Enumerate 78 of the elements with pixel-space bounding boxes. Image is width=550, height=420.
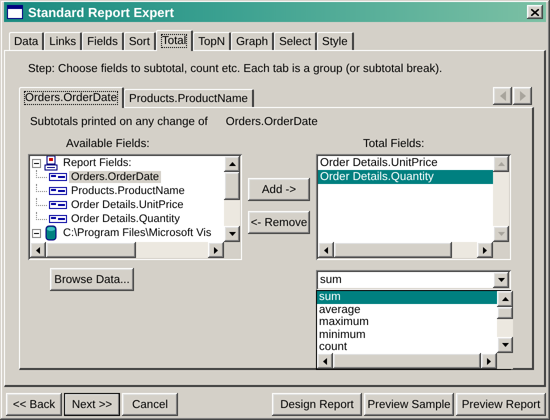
right-arrow-icon — [520, 91, 526, 101]
tab[interactable]: Style — [317, 32, 354, 50]
remove-button[interactable]: <- Remove — [248, 211, 310, 234]
wizard-button[interactable]: Cancel — [122, 393, 178, 416]
horizontal-scrollbar[interactable] — [318, 242, 493, 258]
tab[interactable]: TopN — [193, 32, 232, 50]
wizard-button[interactable]: Next >> — [64, 393, 120, 416]
list-item[interactable]: Order Details.UnitPrice — [318, 156, 493, 170]
left-arrow-icon — [36, 246, 40, 254]
horizontal-scrollbar[interactable] — [317, 353, 497, 369]
group-field-name: Orders.OrderDate — [226, 116, 318, 128]
field-icon — [49, 173, 67, 181]
group-tab[interactable]: Orders.OrderDate — [19, 87, 124, 108]
window-icon — [7, 5, 23, 19]
collapse-icon[interactable] — [32, 158, 41, 168]
vertical-scrollbar[interactable] — [224, 156, 240, 242]
down-arrow-icon — [502, 343, 508, 347]
dropdown-option[interactable]: count — [317, 341, 497, 353]
vertical-scrollbar[interactable] — [493, 156, 509, 242]
tree-item[interactable]: Products.ProductName — [30, 184, 224, 198]
tab[interactable]: Select — [274, 32, 318, 50]
dropdown-option[interactable]: average — [317, 304, 497, 316]
add-button[interactable]: Add -> — [248, 178, 310, 201]
dropdown-option[interactable]: minimum — [317, 328, 497, 341]
report-icon — [43, 156, 59, 171]
up-arrow-icon — [228, 162, 236, 166]
up-arrow-icon — [498, 162, 504, 166]
right-arrow-icon — [214, 246, 218, 254]
close-button[interactable] — [527, 5, 543, 19]
available-fields-label: Available Fields: — [65, 138, 151, 150]
total-fields-label: Total Fields: — [362, 138, 426, 150]
field-icon — [49, 201, 67, 209]
step-instructions: Step: Choose fields to subtotal, count etc. Each tab is a group (or subtotal break). — [27, 63, 444, 77]
tab[interactable]: Links — [44, 32, 82, 50]
dropdown-option[interactable]: maximum — [317, 316, 497, 328]
scrollbar-corner — [497, 353, 513, 369]
down-arrow-icon — [498, 232, 504, 236]
tab[interactable]: Fields — [82, 32, 124, 50]
collapse-icon[interactable] — [32, 228, 41, 238]
summary-type-dropdown[interactable]: sum — [316, 270, 511, 290]
dropdown-arrow-icon — [498, 278, 504, 282]
report-button[interactable]: Preview Sample — [364, 393, 454, 416]
report-button[interactable]: Design Report — [272, 393, 362, 416]
tree-item[interactable]: C:\Program Files\Microsoft Vis — [30, 226, 224, 240]
database-icon — [43, 225, 59, 241]
browse-data-button[interactable]: Browse Data... — [50, 268, 134, 291]
left-arrow-icon — [323, 358, 327, 364]
tree-item[interactable]: Order Details.Quantity — [30, 212, 224, 226]
report-button[interactable]: Preview Report — [456, 393, 546, 416]
left-arrow-icon — [324, 246, 328, 254]
subtotals-label: Subtotals printed on any change of — [30, 116, 208, 128]
tree-item[interactable]: Order Details.UnitPrice — [30, 198, 224, 212]
group-tab[interactable]: Products.ProductName — [124, 89, 254, 107]
window-title: Standard Report Expert — [28, 4, 175, 20]
available-fields-tree[interactable]: Report Fields: Orders.OrderDate Products.ProductName Order Details.UnitPrice Order Details.Quantity C:\Program Files\Microsoft Vis — [28, 154, 242, 260]
scroll-left-button[interactable] — [493, 87, 512, 105]
wizard-button[interactable]: << Back — [6, 393, 62, 416]
vertical-scrollbar[interactable] — [497, 291, 513, 353]
close-icon — [531, 8, 539, 16]
down-arrow-icon — [228, 232, 236, 236]
scroll-right-button[interactable] — [513, 87, 532, 105]
right-arrow-icon — [487, 358, 491, 364]
dropdown-option[interactable]: sum — [317, 291, 497, 304]
horizontal-scrollbar[interactable] — [30, 242, 224, 258]
list-item[interactable]: Order Details.Quantity — [318, 170, 493, 184]
tree-item[interactable]: Report Fields: — [30, 156, 224, 170]
field-icon — [49, 215, 67, 223]
scrollbar-corner — [493, 242, 509, 258]
right-arrow-icon — [483, 246, 487, 254]
left-arrow-icon — [500, 91, 506, 101]
tab[interactable]: Data — [9, 32, 44, 50]
tab[interactable]: Graph — [231, 32, 274, 50]
field-icon — [49, 187, 67, 195]
tree-item[interactable]: Orders.OrderDate — [30, 170, 224, 184]
tab[interactable]: Total — [156, 30, 194, 51]
total-fields-list[interactable]: Order Details.UnitPrice Order Details.Quantity — [316, 154, 511, 260]
scrollbar-corner — [224, 242, 240, 258]
up-arrow-icon — [502, 297, 508, 301]
